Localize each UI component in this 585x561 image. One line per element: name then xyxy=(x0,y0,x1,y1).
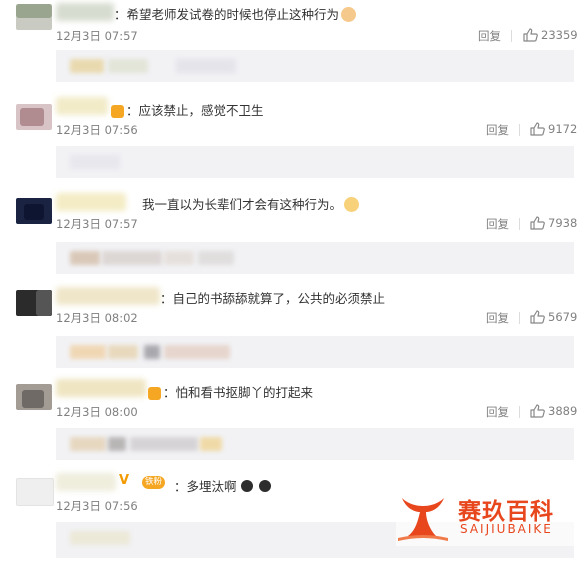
avatar[interactable] xyxy=(16,384,52,410)
avatar[interactable] xyxy=(16,198,52,224)
laugh-emoji-icon xyxy=(344,197,360,212)
divider xyxy=(519,218,520,230)
reply-button[interactable]: 回复 xyxy=(486,404,509,420)
comment-text-body: ：希望老师发试卷的时候也停止这种行为 xyxy=(114,7,340,22)
like-count: 9172 xyxy=(548,122,578,136)
thumbs-up-icon[interactable] xyxy=(530,404,545,418)
comment-time: 12月3日 08:00 xyxy=(56,405,138,419)
reply-preview[interactable] xyxy=(56,428,574,460)
reply-button[interactable]: 回复 xyxy=(486,216,509,232)
sob-emoji-icon xyxy=(256,478,273,494)
reply-preview[interactable] xyxy=(56,242,574,274)
comment-text-body: ：多埋汰啊 xyxy=(174,479,237,494)
comment-3: 我一直以为长辈们才会有这种行为。 12月3日 07:57 回复 7938 xyxy=(0,188,585,282)
username[interactable] xyxy=(56,97,108,115)
thumbs-up-icon[interactable] xyxy=(530,122,545,136)
watermark-title: 赛玖百科 xyxy=(458,499,554,525)
verified-badge: V xyxy=(119,473,130,488)
reply-button[interactable]: 回复 xyxy=(486,310,509,326)
sob-emoji-icon xyxy=(238,478,255,494)
comment-5: ：怕和看书抠脚丫的打起来 12月3日 08:00 回复 3889 xyxy=(0,376,585,470)
avatar[interactable] xyxy=(16,104,52,130)
username[interactable] xyxy=(56,3,114,21)
comment-text: ：自己的书舔舔就算了，公共的必须禁止 xyxy=(160,288,385,307)
comment-4: ：自己的书舔舔就算了，公共的必须禁止 12月3日 08:02 回复 5679 xyxy=(0,282,585,376)
avatar[interactable] xyxy=(16,478,54,506)
comment-text: ：希望老师发试卷的时候也停止这种行为 xyxy=(114,4,357,23)
like-count: 23359 xyxy=(541,28,578,42)
username[interactable] xyxy=(56,287,160,305)
username[interactable] xyxy=(56,473,116,491)
thumbs-up-icon[interactable] xyxy=(530,310,545,324)
comment-text-body: 我一直以为长辈们才会有这种行为。 xyxy=(142,197,343,212)
divider xyxy=(519,124,520,136)
comment-time: 12月3日 07:57 xyxy=(56,29,138,43)
watermark-subtitle: SAIJIUBAIKE xyxy=(460,522,553,536)
reply-preview[interactable] xyxy=(56,336,574,368)
like-count: 3889 xyxy=(548,404,578,418)
reply-button[interactable]: 回复 xyxy=(486,122,509,138)
comment-time: 12月3日 08:02 xyxy=(56,311,138,325)
reply-preview[interactable] xyxy=(56,50,574,82)
divider xyxy=(511,30,512,42)
username[interactable] xyxy=(56,193,126,211)
reply-preview[interactable] xyxy=(56,146,574,178)
comment-text-body: ：应该禁止，感觉不卫生 xyxy=(126,103,264,118)
thumbs-up-icon[interactable] xyxy=(523,28,538,42)
username[interactable] xyxy=(56,379,146,397)
divider xyxy=(519,406,520,418)
comment-time: 12月3日 07:56 xyxy=(56,499,138,513)
like-count: 5679 xyxy=(548,310,578,324)
comment-text: ：应该禁止，感觉不卫生 xyxy=(109,100,264,119)
whale-tail-logo-icon xyxy=(398,498,448,541)
comment-text-body: ：怕和看书抠脚丫的打起来 xyxy=(163,385,314,400)
comment-1: ：希望老师发试卷的时候也停止这种行为 12月3日 07:57 回复 23359 xyxy=(0,0,585,94)
avatar[interactable] xyxy=(16,4,52,30)
reply-button[interactable]: 回复 xyxy=(478,28,501,44)
comment-text-body: ：自己的书舔舔就算了，公共的必须禁止 xyxy=(160,291,386,306)
comment-time: 12月3日 07:57 xyxy=(56,217,138,231)
watermark: 赛玖百科 SAIJIUBAIKE xyxy=(396,486,576,546)
comment-2: ：应该禁止，感觉不卫生 12月3日 07:56 回复 9172 xyxy=(0,94,585,188)
comment-time: 12月3日 07:56 xyxy=(56,123,138,137)
comment-text: ：怕和看书抠脚丫的打起来 xyxy=(146,382,313,401)
like-count: 7938 xyxy=(548,216,578,230)
fan-badge: 铁粉 xyxy=(142,476,166,489)
divider xyxy=(519,312,520,324)
comment-text: 我一直以为长辈们才会有这种行为。 xyxy=(142,194,360,213)
badge-icon xyxy=(148,387,161,400)
thumbs-up-icon[interactable] xyxy=(530,216,545,230)
badge-icon xyxy=(111,105,124,118)
cat-emoji-icon xyxy=(341,7,357,22)
comment-text: ：多埋汰啊 xyxy=(174,476,273,495)
avatar[interactable] xyxy=(16,290,52,316)
